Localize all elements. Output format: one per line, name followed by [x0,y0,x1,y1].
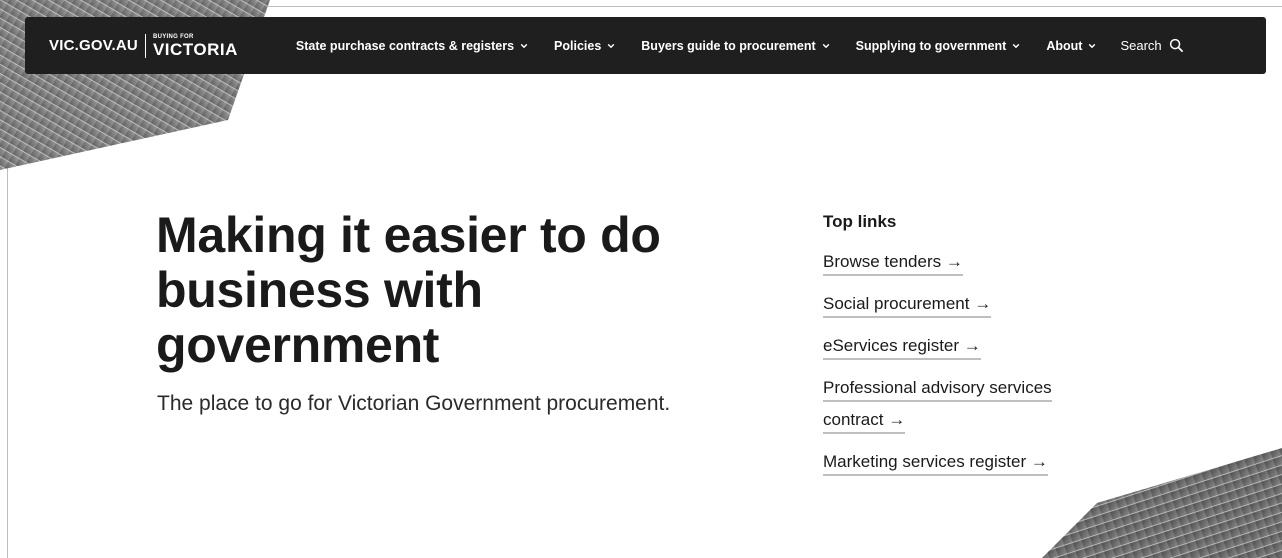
nav-label: Supplying to government [855,38,1007,53]
chevron-down-icon [520,43,528,48]
search-label: Search [1120,38,1162,53]
top-link-label: Professional advisory services contract [823,378,1052,429]
chevron-down-icon [1013,43,1020,48]
top-link-eservices-register[interactable]: eServices register → [823,330,1113,362]
search-button[interactable]: Search [1120,38,1183,53]
nav-supplying-to-government[interactable]: Supplying to government [856,39,1021,53]
chevron-down-icon [1089,43,1096,48]
arrow-right-icon: → [888,410,906,429]
nav-state-purchase-contracts[interactable]: State purchase contracts & registers [296,39,528,53]
nav-label: Policies [554,38,602,53]
top-link-social-procurement[interactable]: Social procurement → [823,288,1113,320]
top-link-label: eServices register [823,336,960,355]
top-link-browse-tenders[interactable]: Browse tenders → [823,246,1113,278]
logo-victoria-text: VICTORIA [152,39,238,59]
chevron-down-icon [822,43,829,48]
nav-about[interactable]: About [1046,39,1096,53]
top-navigation-bar: VIC.GOV.AU BUYING FOR VICTORIA State pur… [25,17,1266,74]
top-links-heading: Top links [823,212,897,231]
search-icon [1169,38,1183,53]
arrow-right-icon: → [963,336,981,355]
arrow-right-icon: → [945,252,963,271]
nav-buyers-guide[interactable]: Buyers guide to procurement [641,39,829,53]
logo-vic-gov-au: VIC.GOV.AU [49,37,138,54]
logo-divider [144,33,146,58]
top-link-label: Marketing services register [823,452,1027,471]
arrow-right-icon: → [974,294,992,313]
hero-subtitle: The place to go for Victorian Government… [157,392,671,415]
nav-label: State purchase contracts & registers [295,38,515,53]
top-link-professional-advisory-services[interactable]: Professional advisory services contract … [823,372,1113,436]
arrow-right-icon: → [1030,452,1048,471]
hero-title: Making it easier to do business with gov… [156,207,661,373]
top-link-label: Social procurement [823,294,970,313]
main-nav: State purchase contracts & registers Pol… [296,38,1184,53]
nav-policies[interactable]: Policies [554,39,615,53]
nav-label: Buyers guide to procurement [641,38,816,53]
chevron-down-icon [607,43,615,48]
top-link-label: Browse tenders [823,252,942,271]
site-logo[interactable]: VIC.GOV.AU BUYING FOR VICTORIA [49,17,238,74]
top-link-marketing-services-register[interactable]: Marketing services register → [823,446,1113,478]
logo-buying-for-victoria: BUYING FOR VICTORIA [153,34,238,58]
top-links-panel: Top links Browse tenders → Social procur… [823,212,1113,488]
logo-buying-for-text: BUYING FOR [152,33,194,40]
nav-label: About [1046,38,1083,53]
